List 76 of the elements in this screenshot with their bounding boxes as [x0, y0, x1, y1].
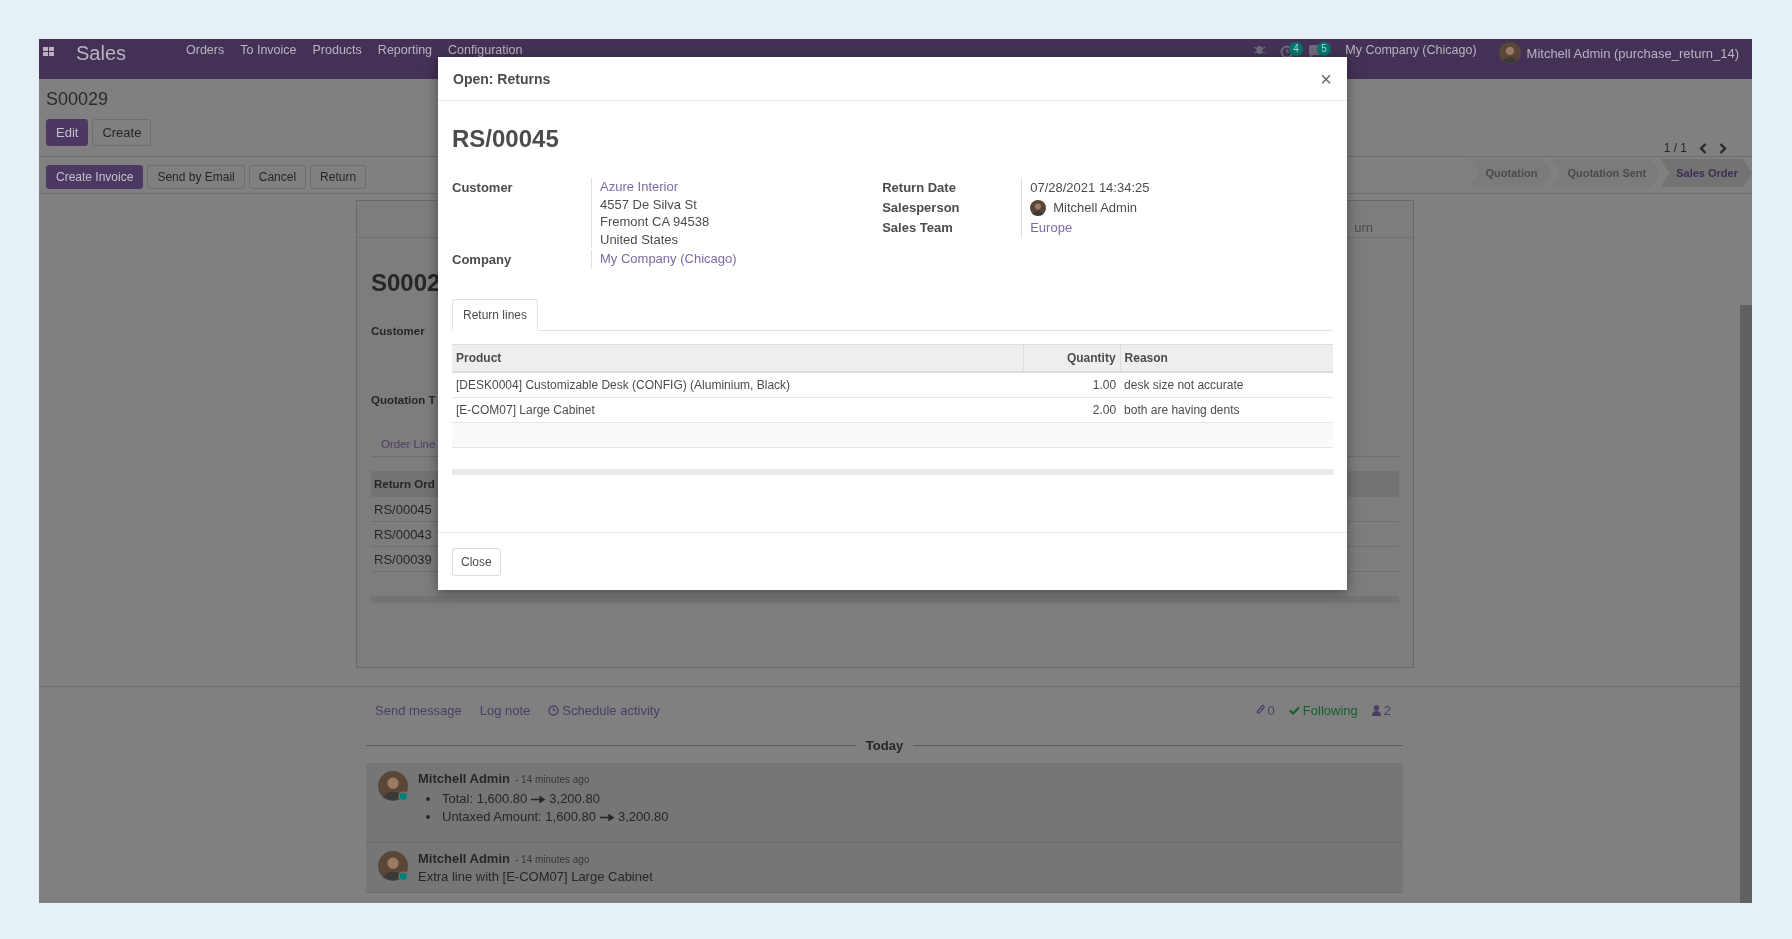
action-button[interactable]: Cancel [248, 165, 307, 189]
clock-icon[interactable] [1280, 45, 1295, 59]
close-button[interactable]: × [1320, 68, 1332, 89]
close-button[interactable]: Close [452, 547, 501, 576]
arrow-icon [599, 813, 614, 821]
check-icon [1288, 705, 1300, 715]
app-name[interactable]: Sales [76, 42, 127, 65]
table-cell: 1.00 [1023, 372, 1121, 398]
field-value: 07/28/2021 14:34:25 [1030, 179, 1151, 197]
menu-item[interactable]: To Invoice [232, 43, 305, 58]
field-label: Quotation T [371, 394, 437, 406]
author-name: Mitchell Admin [418, 771, 510, 786]
tracking-old-value: Total: 1,600.80 [442, 790, 528, 808]
edit-button[interactable]: Edit [46, 119, 89, 146]
message-time: - 14 minutes ago [514, 854, 590, 865]
field-label: Salesperson [882, 199, 961, 217]
message-time: - 14 minutes ago [514, 774, 590, 785]
clock-icon [548, 704, 560, 716]
field-link[interactable]: Europe [1030, 218, 1333, 238]
arrow-icon [531, 795, 546, 803]
field-label: Sales Team [882, 219, 954, 237]
field-value: United States [600, 230, 680, 248]
action-button[interactable]: Return [310, 165, 367, 189]
dialog-title: Open: Returns [453, 70, 551, 87]
chevron-right-icon[interactable] [1719, 142, 1727, 154]
menu-item[interactable]: Configuration [440, 43, 531, 58]
message-count-badge: 5 [1317, 42, 1331, 56]
company-switcher[interactable]: My Company (Chicago) [1337, 43, 1485, 58]
tracking-new-value: 3,200.80 [617, 808, 669, 826]
table-cell: 2.00 [1023, 397, 1121, 423]
return-title: RS/00045 [452, 125, 560, 153]
attachment-count[interactable]: 0 [1267, 702, 1275, 718]
send-message-link[interactable]: Send message [375, 702, 462, 718]
field-label: Return Date [882, 179, 957, 197]
user-avatar [1498, 42, 1521, 64]
status-step[interactable]: Sales Order [1660, 159, 1752, 187]
user-menu[interactable]: Mitchell Admin (purchase_return_14) [1526, 45, 1739, 61]
chevron-left-icon[interactable] [1699, 142, 1707, 154]
field-link[interactable]: Azure Interior [600, 178, 883, 196]
table-cell: [DESK0004] Customizable Desk (CONFIG) (Aluminium, Black) [452, 372, 1024, 398]
pager-counter: 1 / 1 [1663, 141, 1687, 155]
menu-item[interactable]: Products [304, 43, 370, 58]
field-value: Mitchell Admin [1053, 199, 1137, 217]
message-body: Extra line with [E-COM07] Large Cabinet [418, 869, 653, 884]
menu-item[interactable]: Reporting [369, 43, 441, 58]
breadcrumb: S00029 [46, 89, 110, 110]
follower-count[interactable]: 2 [1383, 702, 1391, 718]
field-value: 4557 De Silva St [600, 195, 698, 213]
create-button[interactable]: Create [92, 119, 152, 146]
tracking-old-value: Untaxed Amount: 1,600.80 [442, 808, 596, 826]
paperclip-icon[interactable] [1255, 704, 1265, 716]
field-link[interactable]: My Company (Chicago) [600, 250, 883, 268]
schedule-activity-link[interactable]: Schedule activity [562, 702, 660, 718]
date-separator: Today [865, 737, 904, 753]
user-icon[interactable] [1371, 704, 1381, 716]
field-value: Fremont CA 94538 [600, 213, 711, 231]
column-header: Product [452, 344, 1024, 372]
column-header: Reason [1120, 344, 1333, 372]
order-title: S0002 [371, 269, 442, 297]
field-label: Customer [371, 325, 426, 337]
salesperson-avatar [1030, 200, 1047, 216]
tracking-new-value: 3,200.80 [549, 790, 600, 808]
action-button[interactable]: Send by Email [147, 165, 245, 189]
author-name: Mitchell Admin [418, 851, 510, 866]
table-cell: desk size not accurate [1120, 372, 1333, 398]
table-cell: both are having dents [1120, 397, 1333, 423]
table-cell: [E-COM07] Large Cabinet [452, 397, 1024, 423]
apps-icon[interactable] [43, 47, 55, 57]
action-button[interactable]: Create Invoice [46, 165, 144, 189]
field-label: Customer [452, 179, 514, 197]
notebook-tab[interactable]: Return lines [452, 299, 539, 331]
activity-count-badge: 4 [1289, 42, 1303, 56]
menu-item[interactable]: Orders [178, 43, 233, 58]
scrollbar[interactable] [1740, 305, 1752, 903]
column-header: Quantity [1023, 344, 1121, 372]
field-label: Company [452, 251, 513, 269]
